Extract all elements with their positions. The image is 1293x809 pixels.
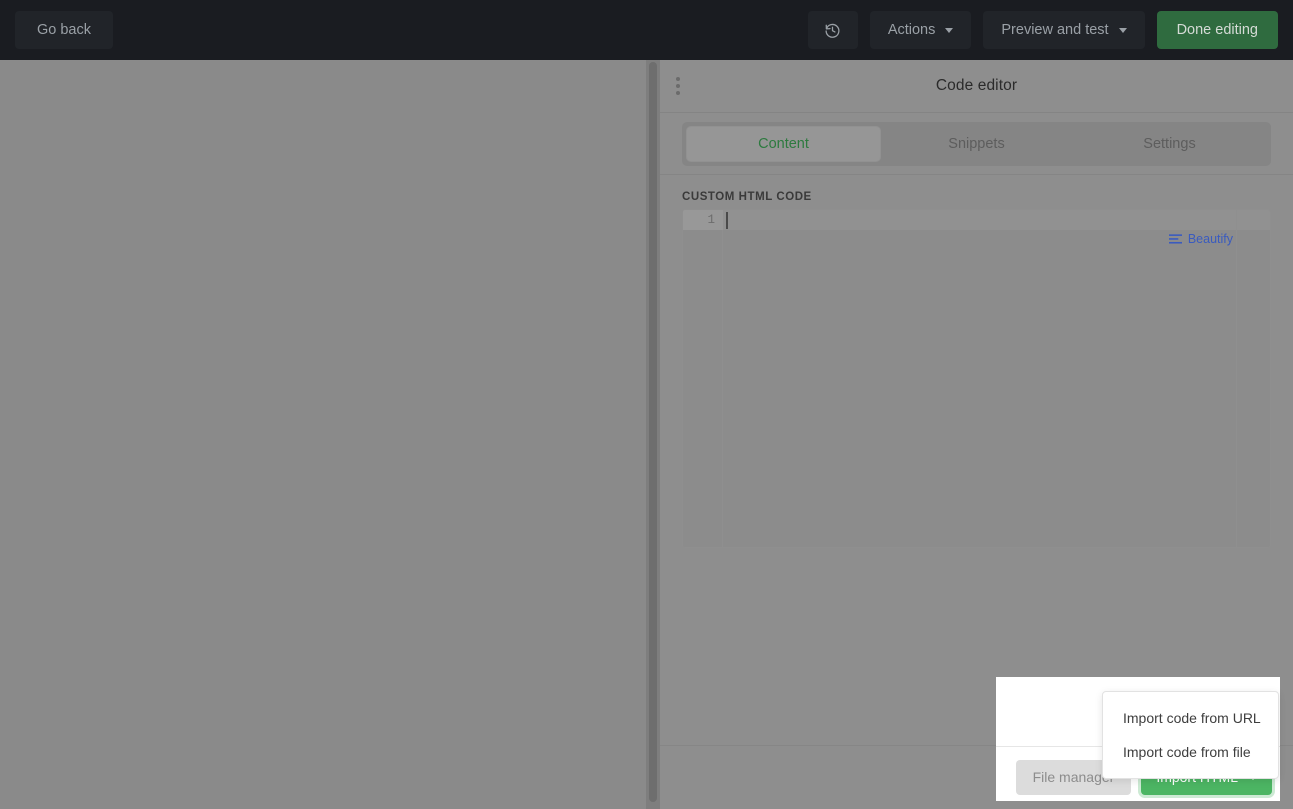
editor-line-number-gutter: 1 xyxy=(683,210,723,547)
custom-html-code-label: CUSTOM HTML CODE xyxy=(682,191,812,203)
align-lines-icon xyxy=(1168,234,1182,244)
top-toolbar: Go back Actions Preview and test Done ed… xyxy=(0,0,1293,60)
preview-and-test-dropdown-button[interactable]: Preview and test xyxy=(983,11,1145,49)
done-editing-label: Done editing xyxy=(1176,22,1258,38)
beautify-button[interactable]: Beautify xyxy=(1168,232,1233,246)
toolbar-left-group: Go back xyxy=(0,11,113,49)
beautify-label: Beautify xyxy=(1187,232,1233,246)
done-editing-button[interactable]: Done editing xyxy=(1156,11,1278,49)
tab-snippets[interactable]: Snippets xyxy=(880,127,1073,161)
drag-dot xyxy=(676,77,680,81)
drag-handle-dots-icon[interactable] xyxy=(673,74,683,98)
preview-label: Preview and test xyxy=(1001,22,1109,38)
editor-minimap-rail[interactable] xyxy=(1236,210,1270,547)
history-button[interactable] xyxy=(807,11,858,49)
code-editor[interactable]: 1 Beautify xyxy=(682,209,1271,548)
panel-tabs-row: Content Snippets Settings xyxy=(660,113,1293,175)
line-number: 1 xyxy=(683,210,723,230)
app-root: Go back Actions Preview and test Done ed… xyxy=(0,0,1293,809)
actions-dropdown-button[interactable]: Actions xyxy=(869,11,972,49)
chevron-down-icon xyxy=(1118,27,1127,33)
chevron-down-icon xyxy=(945,27,954,33)
drag-dot xyxy=(676,91,680,95)
menu-item-import-code-from-url[interactable]: Import code from URL xyxy=(1103,701,1278,735)
page-scrollbar-thumb[interactable] xyxy=(649,62,657,802)
drag-dot xyxy=(676,84,680,88)
menu-item-import-code-from-file[interactable]: Import code from file xyxy=(1103,735,1278,769)
tab-settings[interactable]: Settings xyxy=(1073,127,1266,161)
code-editor-panel-header: Code editor xyxy=(660,60,1293,113)
panel-tabs: Content Snippets Settings xyxy=(682,121,1271,166)
tab-content[interactable]: Content xyxy=(687,126,880,161)
toolbar-right-group: Actions Preview and test Done editing xyxy=(807,11,1293,49)
actions-label: Actions xyxy=(887,22,936,38)
code-input-area[interactable] xyxy=(724,210,1235,547)
go-back-label: Go back xyxy=(37,22,91,38)
import-html-menu: Import code from URL Import code from fi… xyxy=(1102,691,1279,779)
go-back-button[interactable]: Go back xyxy=(15,11,113,49)
history-icon xyxy=(824,22,841,39)
text-cursor xyxy=(726,212,728,229)
panel-body: CUSTOM HTML CODE 1 Beautify xyxy=(660,175,1293,745)
page-title: Code editor xyxy=(935,77,1018,94)
